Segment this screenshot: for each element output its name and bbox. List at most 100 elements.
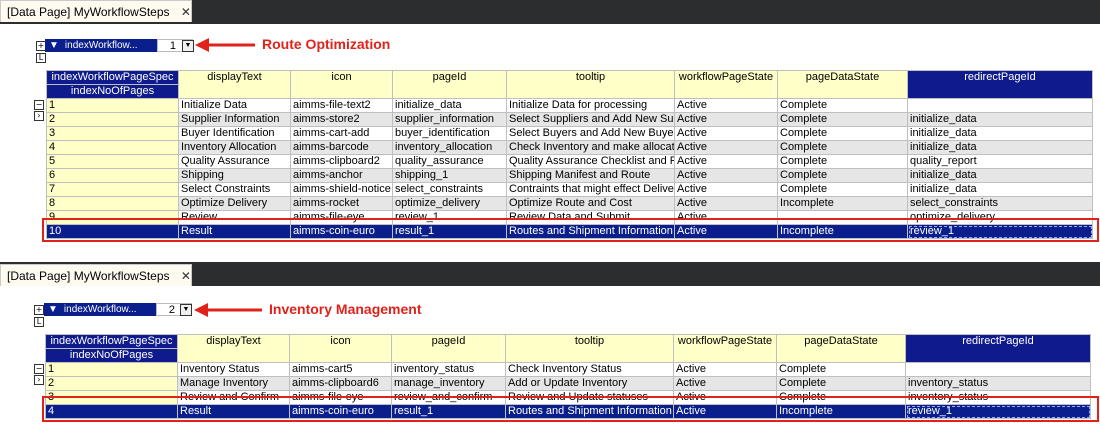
table-cell[interactable]: Buyer Identification (178, 126, 291, 141)
table-cell[interactable]: Active (674, 98, 778, 113)
table-cell[interactable]: buyer_identification (392, 126, 507, 141)
table-cell[interactable]: Quality Assurance Checklist and P (506, 154, 675, 169)
column-header[interactable]: workflowPageState (674, 70, 778, 99)
table-cell[interactable]: Manage Inventory (177, 376, 290, 391)
table-cell[interactable]: aimms-rocket (290, 196, 393, 211)
table-row[interactable]: 1 Initialize Data aimms-file-text2 initiali… (46, 98, 1093, 113)
table-cell[interactable]: Add or Update Inventory (505, 376, 674, 391)
table-cell[interactable]: Select Constraints (178, 182, 291, 197)
column-header[interactable]: icon (289, 334, 392, 363)
table-cell[interactable]: Complete (777, 98, 908, 113)
column-header[interactable]: tooltip (505, 334, 674, 363)
table-cell[interactable]: initialize_data (907, 126, 1093, 141)
table-cell[interactable]: Initialize Data (178, 98, 291, 113)
table-cell[interactable]: Shipping Manifest and Route (506, 168, 675, 183)
table-row[interactable]: 3 Buyer Identification aimms-cart-add buyer… (46, 126, 1093, 141)
table-cell[interactable]: Complete (777, 112, 908, 127)
table-row[interactable]: 2 Manage Inventory aimms-clipboard6 manage_… (45, 376, 1091, 391)
table-cell[interactable]: Complete (776, 376, 906, 391)
table-cell[interactable]: Active (674, 182, 778, 197)
table-cell[interactable]: initialize_data (907, 112, 1093, 127)
table-cell[interactable]: quality_report (907, 154, 1093, 169)
table-cell[interactable]: Optimize Route and Cost (506, 196, 675, 211)
table-cell[interactable]: aimms-cart-add (290, 126, 393, 141)
table-cell[interactable]: initialize_data (392, 98, 507, 113)
table-cell[interactable]: Complete (777, 182, 908, 197)
table-cell[interactable]: aimms-clipboard2 (290, 154, 393, 169)
table-cell[interactable]: aimms-clipboard6 (289, 376, 392, 391)
row-index-cell[interactable]: 7 (46, 182, 179, 197)
table-cell[interactable]: Active (673, 362, 777, 377)
table-cell[interactable]: quality_assurance (392, 154, 507, 169)
column-header[interactable]: redirectPageId (905, 334, 1091, 363)
table-row[interactable]: 2 Supplier Information aimms-store2 supplie… (46, 112, 1093, 127)
row-index-cell[interactable]: 1 (45, 362, 178, 377)
tab-data-page-2[interactable]: [Data Page] MyWorkflowSteps ✕ (0, 264, 192, 286)
expand-all-icon[interactable]: + (34, 305, 44, 315)
index-header-1[interactable]: indexWorkflowPageSpec (45, 334, 178, 349)
column-header[interactable]: tooltip (506, 70, 675, 99)
table-cell[interactable]: initialize_data (907, 182, 1093, 197)
close-icon[interactable]: ✕ (181, 269, 191, 283)
table-cell[interactable]: Active (674, 140, 778, 155)
table-cell[interactable]: aimms-file-text2 (290, 98, 393, 113)
column-header[interactable]: displayText (178, 70, 291, 99)
table-cell[interactable]: Active (674, 168, 778, 183)
table-cell[interactable] (905, 362, 1091, 377)
index-header-2[interactable]: indexNoOfPages (46, 84, 179, 99)
table-cell[interactable]: Optimize Delivery (178, 196, 291, 211)
row-index-cell[interactable]: 5 (46, 154, 179, 169)
table-row[interactable]: 7 Select Constraints aimms-shield-notice se… (46, 182, 1093, 197)
table-cell[interactable]: Select Suppliers and Add New Sup (506, 112, 675, 127)
table-cell[interactable]: Complete (776, 362, 906, 377)
column-header[interactable]: icon (290, 70, 393, 99)
table-cell[interactable]: Select Buyers and Add New Buye (506, 126, 675, 141)
table-row[interactable]: 8 Optimize Delivery aimms-rocket optimize_d… (46, 196, 1093, 211)
row-index-cell[interactable]: 3 (46, 126, 179, 141)
collapse-row-icon[interactable]: − (34, 364, 44, 374)
table-cell[interactable]: Active (674, 126, 778, 141)
table-cell[interactable]: Active (674, 112, 778, 127)
table-cell[interactable]: aimms-barcode (290, 140, 393, 155)
row-index-cell[interactable]: 6 (46, 168, 179, 183)
chevron-down-icon[interactable]: ▼ (182, 40, 194, 52)
table-cell[interactable]: Shipping (178, 168, 291, 183)
table-cell[interactable]: initialize_data (907, 168, 1093, 183)
table-cell[interactable]: initialize_data (907, 140, 1093, 155)
table-cell[interactable]: inventory_status (391, 362, 506, 377)
table-row[interactable]: 1 Inventory Status aimms-cart5 inventory_st… (45, 362, 1091, 377)
filter-index-selector[interactable]: ▼ indexWorkflow... (45, 39, 157, 52)
table-cell[interactable]: select_constraints (392, 182, 507, 197)
column-header[interactable]: workflowPageState (673, 334, 777, 363)
collapse-row-icon[interactable]: − (34, 100, 44, 110)
table-cell[interactable]: inventory_status (905, 376, 1091, 391)
column-header[interactable]: displayText (177, 334, 290, 363)
table-cell[interactable]: Supplier Information (178, 112, 291, 127)
table-row[interactable]: 4 Inventory Allocation aimms-barcode invent… (46, 140, 1093, 155)
table-cell[interactable]: aimms-anchor (290, 168, 393, 183)
index-header-1[interactable]: indexWorkflowPageSpec (46, 70, 179, 85)
close-icon[interactable]: ✕ (181, 5, 191, 19)
table-cell[interactable]: Active (674, 196, 778, 211)
table-cell[interactable]: inventory_allocation (392, 140, 507, 155)
row-pointer-icon[interactable]: › (34, 111, 44, 121)
row-index-cell[interactable]: 2 (45, 376, 178, 391)
table-cell[interactable]: Incomplete (777, 196, 908, 211)
table-cell[interactable]: aimms-cart5 (289, 362, 392, 377)
layout-l-icon[interactable]: L (36, 53, 46, 63)
column-header[interactable]: redirectPageId (907, 70, 1093, 99)
table-cell[interactable]: Contraints that might effect Deliver (506, 182, 675, 197)
table-row[interactable]: 6 Shipping aimms-anchor shipping_1 Shipping … (46, 168, 1093, 183)
column-header[interactable]: pageDataState (777, 70, 908, 99)
table-cell[interactable]: supplier_information (392, 112, 507, 127)
column-header[interactable]: pageDataState (776, 334, 906, 363)
table-cell[interactable]: Active (673, 376, 777, 391)
table-cell[interactable]: Initialize Data for processing (506, 98, 675, 113)
table-cell[interactable]: aimms-shield-notice (290, 182, 393, 197)
tab-data-page-1[interactable]: [Data Page] MyWorkflowSteps ✕ (0, 0, 192, 22)
row-index-cell[interactable]: 8 (46, 196, 179, 211)
chevron-down-icon[interactable]: ▼ (180, 304, 192, 316)
row-index-cell[interactable]: 2 (46, 112, 179, 127)
column-header[interactable]: pageId (391, 334, 506, 363)
table-cell[interactable]: shipping_1 (392, 168, 507, 183)
